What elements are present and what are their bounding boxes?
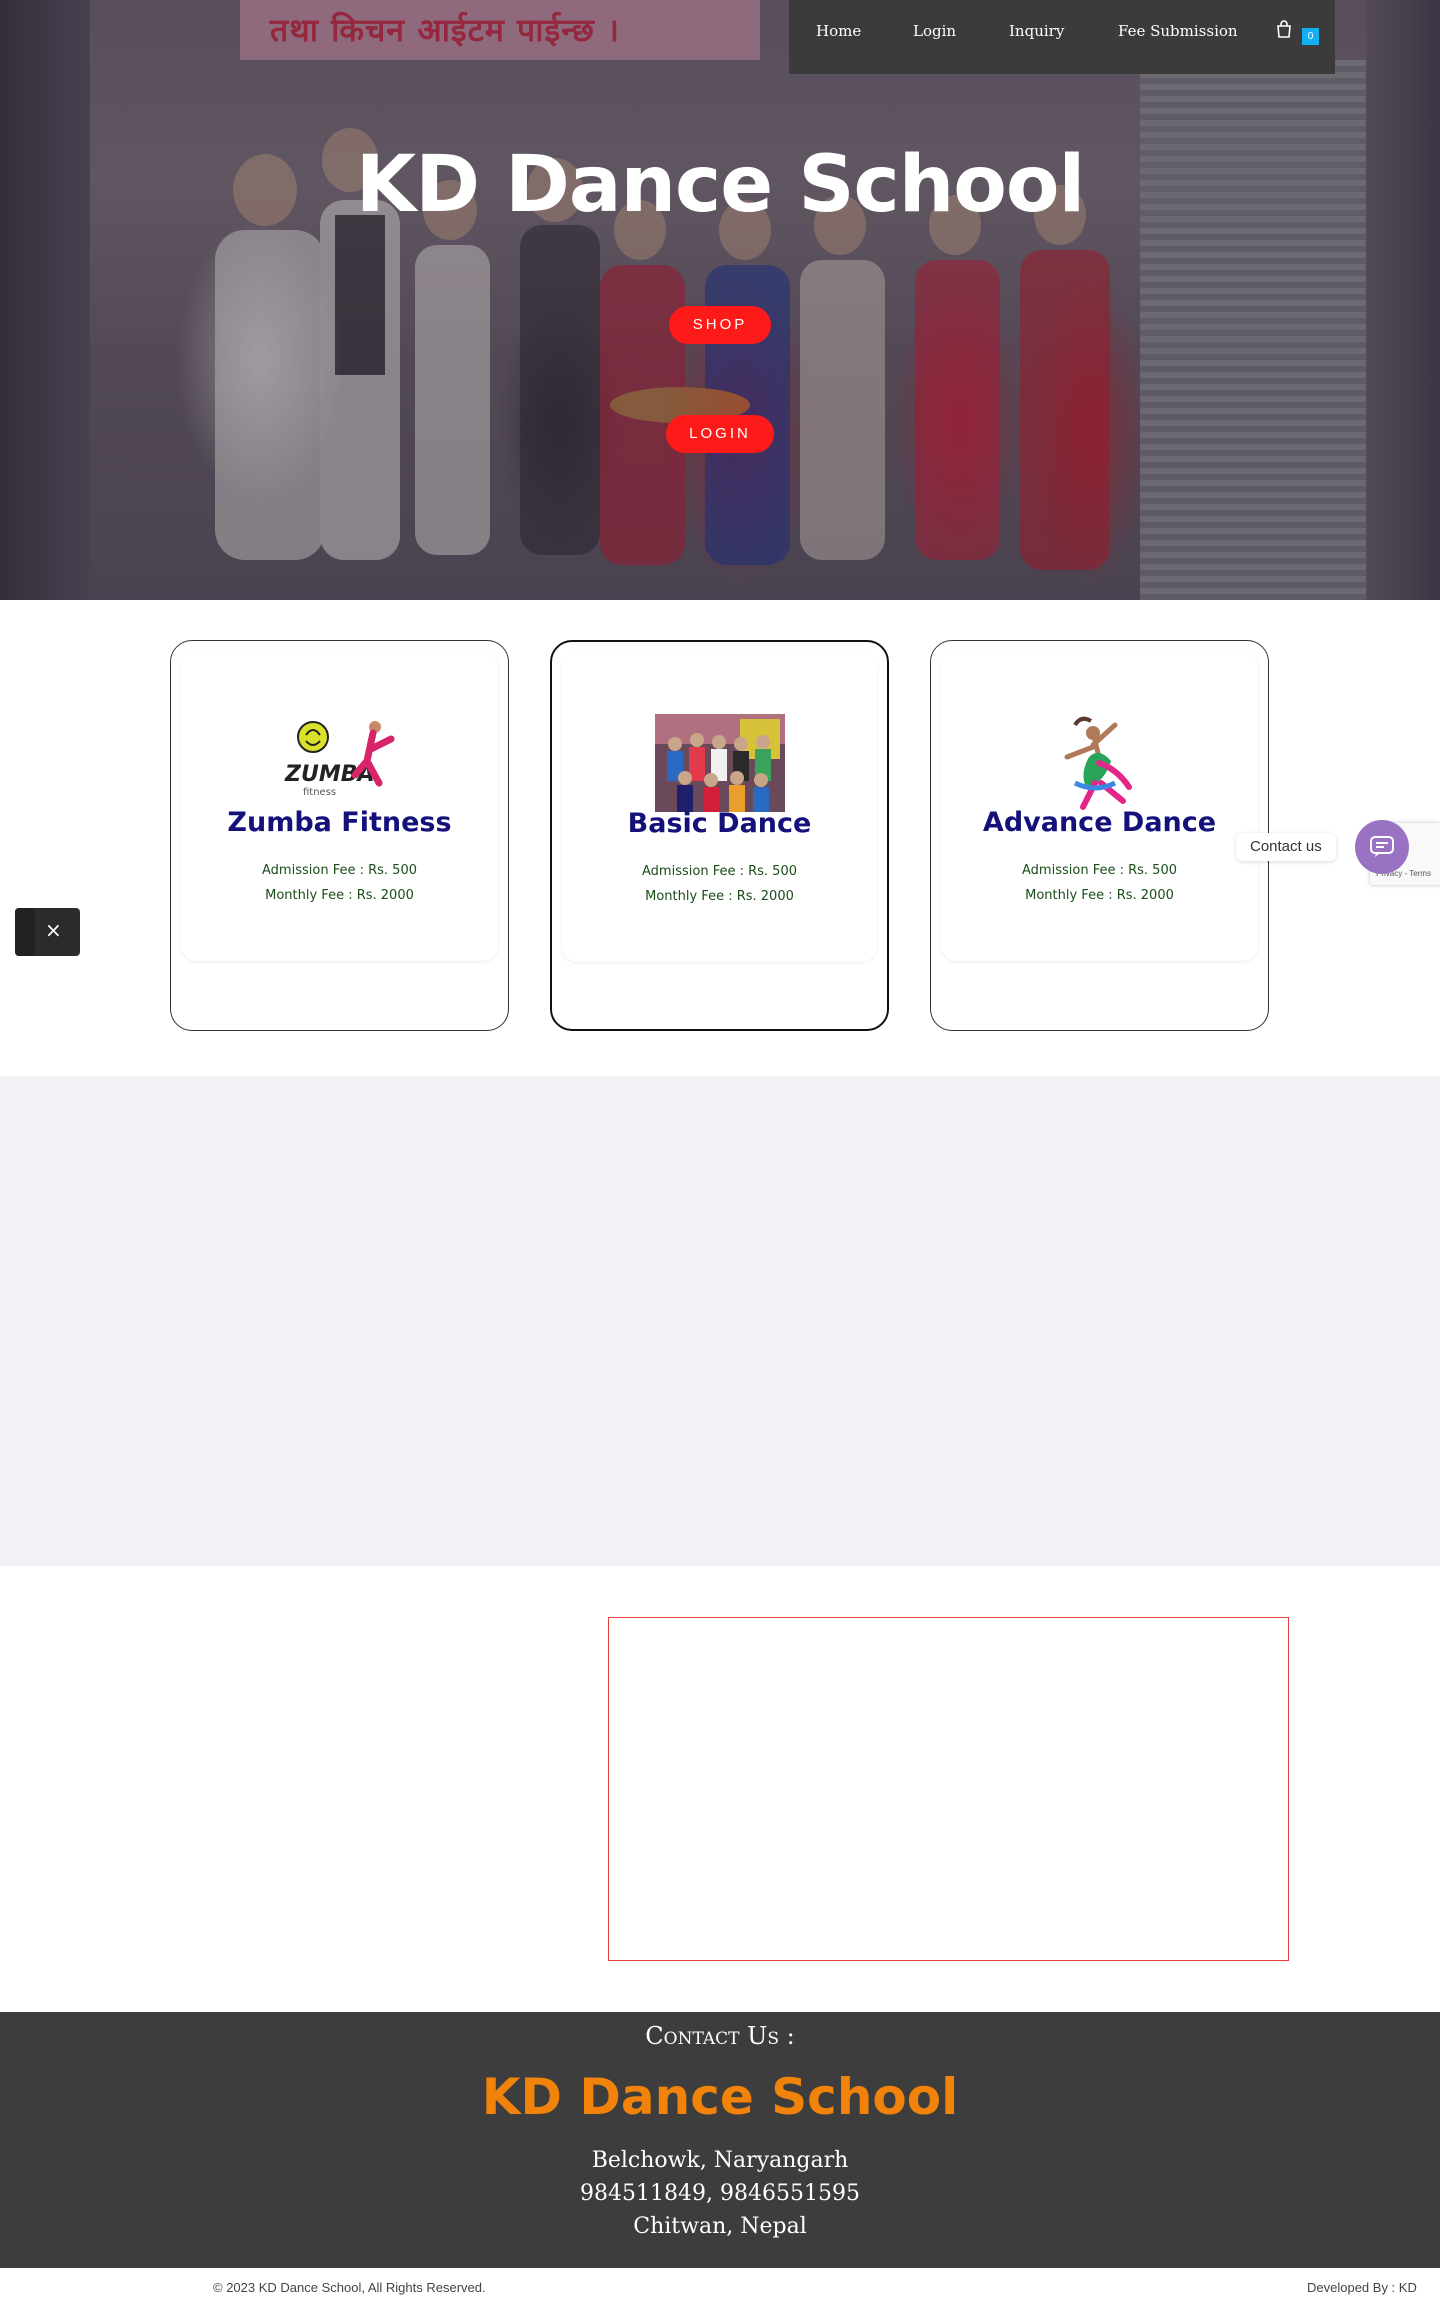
nav-item-fee-submission[interactable]: Fee Submission bbox=[1118, 22, 1238, 40]
shop-button[interactable]: SHOP bbox=[669, 306, 771, 344]
course-card-basic-dance[interactable]: Basic Dance Admission Fee : Rs. 500 Mont… bbox=[550, 640, 889, 1031]
basic-dance-group-photo bbox=[654, 714, 785, 812]
login-button[interactable]: LOGIN bbox=[666, 415, 774, 453]
top-navigation: Home Login Inquiry Fee Submission 0 bbox=[789, 0, 1335, 74]
empty-grey-section bbox=[0, 1076, 1440, 1566]
nav-item-login[interactable]: Login bbox=[913, 22, 956, 40]
footer-address: Belchowk, Naryangarh bbox=[591, 2148, 849, 2173]
admission-fee: Admission Fee : Rs. 500 bbox=[1022, 863, 1177, 878]
copyright-text: © 2023 KD Dance School, All Rights Reser… bbox=[213, 2280, 486, 2295]
contact-us-label[interactable]: Contact us bbox=[1236, 833, 1336, 861]
developer-credit: Developed By : KD bbox=[1307, 2280, 1417, 2295]
admission-fee: Admission Fee : Rs. 500 bbox=[642, 864, 797, 879]
monthly-fee: Monthly Fee : Rs. 2000 bbox=[265, 888, 414, 903]
contact-heading: Contact Us : bbox=[645, 2022, 795, 2050]
floating-close-widget[interactable]: × bbox=[15, 908, 80, 956]
cart-count-badge: 0 bbox=[1302, 28, 1319, 45]
card-inner-panel: Basic Dance Admission Fee : Rs. 500 Mont… bbox=[562, 652, 877, 962]
card-title: Basic Dance bbox=[627, 808, 812, 839]
course-card-advance-dance[interactable]: Advance Dance Admission Fee : Rs. 500 Mo… bbox=[930, 640, 1269, 1031]
contact-us-button[interactable] bbox=[1355, 820, 1409, 874]
shopping-bag-icon[interactable] bbox=[1275, 20, 1293, 38]
footer-phones[interactable]: 984511849, 9846551595 bbox=[0, 2181, 1440, 2206]
chat-bubble-icon bbox=[1370, 836, 1394, 857]
nav-item-inquiry[interactable]: Inquiry bbox=[1009, 22, 1064, 40]
hero-banner: तथा किचन आईटम पाईन्छ । KD Dance School S… bbox=[0, 0, 1440, 600]
zumba-logo-subtext: fitness bbox=[303, 787, 336, 798]
contact-footer: Contact Us : KD Dance School Belchowk, N… bbox=[0, 2012, 1440, 2268]
monthly-fee: Monthly Fee : Rs. 2000 bbox=[645, 889, 794, 904]
monthly-fee: Monthly Fee : Rs. 2000 bbox=[1025, 888, 1174, 903]
nav-item-home[interactable]: Home bbox=[816, 22, 861, 40]
advance-dance-dancer-image bbox=[1064, 716, 1132, 810]
card-inner-panel: Advance Dance Admission Fee : Rs. 500 Mo… bbox=[941, 651, 1258, 961]
card-title: Zumba Fitness bbox=[227, 807, 452, 838]
footer-brand-name: KD Dance School bbox=[481, 2068, 959, 2126]
widget-grip[interactable] bbox=[15, 908, 35, 956]
admission-fee: Admission Fee : Rs. 500 bbox=[262, 863, 417, 878]
embedded-frame-placeholder[interactable] bbox=[608, 1617, 1289, 1961]
hero-overlay bbox=[0, 0, 1440, 600]
bottom-bar: © 2023 KD Dance School, All Rights Reser… bbox=[0, 2268, 1440, 2305]
close-icon[interactable]: × bbox=[45, 918, 62, 942]
zumba-fitness-logo: ZUMBA fitness bbox=[284, 721, 394, 798]
hero-title: KD Dance School bbox=[355, 140, 1085, 230]
course-card-zumba-fitness[interactable]: ZUMBA fitness Zumba Fitness Admission Fe… bbox=[170, 640, 509, 1031]
card-title: Advance Dance bbox=[982, 807, 1217, 838]
card-inner-panel: ZUMBA fitness Zumba Fitness Admission Fe… bbox=[181, 651, 498, 961]
footer-location: Chitwan, Nepal bbox=[633, 2214, 807, 2239]
